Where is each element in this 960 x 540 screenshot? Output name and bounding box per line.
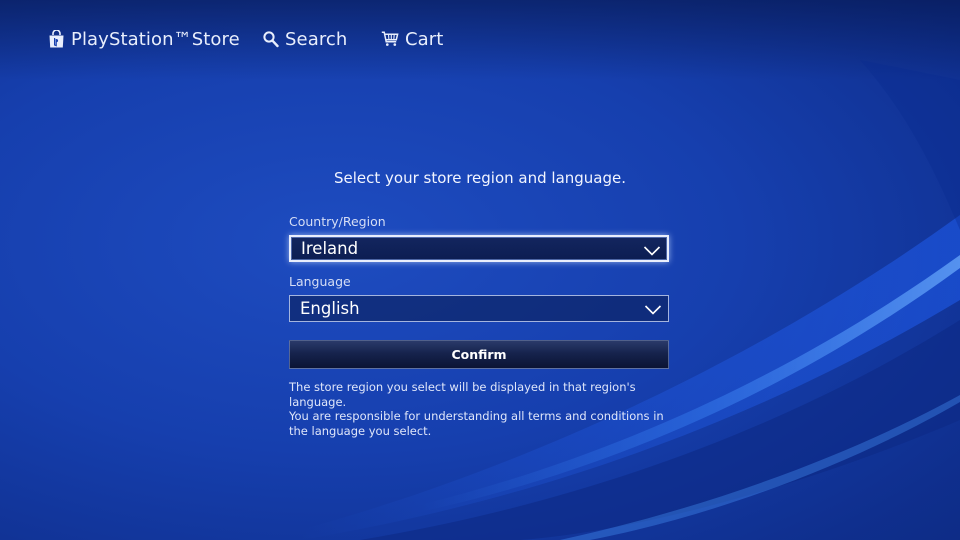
country-region-select[interactable]: Ireland [289, 235, 669, 262]
cart-icon [381, 31, 399, 47]
confirm-button-label: Confirm [451, 347, 507, 362]
nav-search[interactable]: Search [263, 26, 347, 52]
search-icon [263, 30, 279, 48]
nav-store-label: PlayStation™Store [71, 28, 240, 50]
nav-cart[interactable]: Cart [381, 26, 443, 52]
language-label: Language [289, 274, 351, 289]
country-region-value: Ireland [301, 239, 359, 258]
language-select[interactable]: English [289, 295, 669, 322]
country-region-label: Country/Region [289, 214, 386, 229]
page-heading: Select your store region and language. [333, 169, 627, 187]
nav-search-label: Search [285, 28, 348, 50]
chevron-down-icon [644, 301, 662, 320]
shopping-bag-icon [48, 29, 65, 49]
disclaimer-line-2: You are responsible for understanding al… [289, 409, 664, 438]
nav-cart-label: Cart [405, 28, 444, 50]
region-disclaimer: The store region you select will be disp… [289, 380, 679, 438]
top-navigation: PlayStation™Store Search Cart [0, 0, 960, 76]
language-value: English [300, 299, 360, 318]
nav-playstation-store[interactable]: PlayStation™Store [48, 26, 240, 52]
chevron-down-icon [643, 242, 661, 261]
background-waves [300, 60, 960, 540]
disclaimer-line-1: The store region you select will be disp… [289, 380, 636, 409]
confirm-button[interactable]: Confirm [289, 340, 669, 369]
